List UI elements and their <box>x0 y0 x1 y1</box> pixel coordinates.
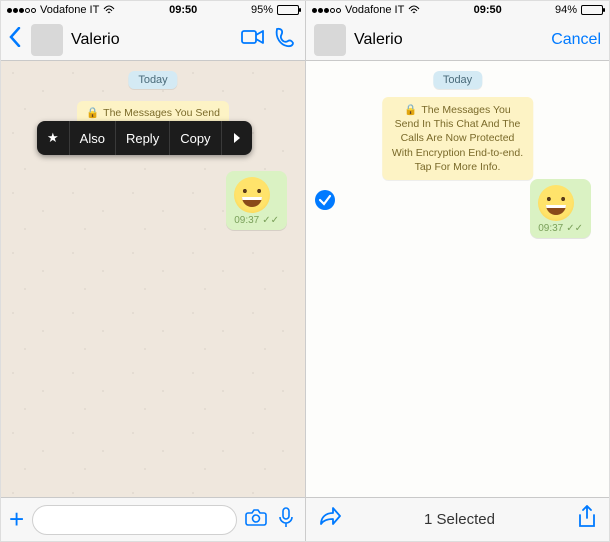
camera-button[interactable] <box>245 506 267 533</box>
back-button[interactable] <box>9 27 23 52</box>
lock-icon: 🔒 <box>404 104 417 116</box>
mic-button[interactable] <box>275 506 297 533</box>
lock-icon: 🔒 <box>86 107 99 119</box>
contact-name[interactable]: Valerio <box>354 31 543 49</box>
battery-icon <box>277 5 299 15</box>
grinning-face-emoji <box>538 185 574 221</box>
battery-icon <box>581 5 603 15</box>
battery-percent: 95% <box>251 4 273 16</box>
carrier-label: Vodafone IT <box>345 4 404 16</box>
chat-input-bar: + <box>1 497 305 541</box>
signal-dots-icon <box>7 8 36 13</box>
selection-count: 1 Selected <box>342 511 577 528</box>
avatar[interactable] <box>31 24 63 56</box>
context-star-button[interactable]: ★ <box>37 121 70 155</box>
chat-screen-selection: Vodafone IT 09:50 94% Valerio Cancel Tod… <box>305 1 609 541</box>
video-call-button[interactable] <box>241 26 265 53</box>
chat-body: Today 🔒The Messages You Send In This Cha… <box>306 61 609 497</box>
selection-toolbar: 1 Selected <box>306 497 609 541</box>
read-ticks-icon: ✓✓ <box>566 223 583 234</box>
read-ticks-icon: ✓✓ <box>262 215 279 226</box>
signal-dots-icon <box>312 8 341 13</box>
context-more-button[interactable] <box>222 121 252 155</box>
avatar[interactable] <box>314 24 346 56</box>
chat-body: Today 🔒The Messages You Send In This Cha… <box>1 61 305 497</box>
cancel-button[interactable]: Cancel <box>551 31 601 49</box>
wifi-icon <box>408 5 420 15</box>
status-bar: Vodafone IT 09:50 95% <box>1 1 305 19</box>
context-also-button[interactable]: Also <box>70 121 116 155</box>
forward-button[interactable] <box>318 507 342 532</box>
context-menu: ★ Also Reply Copy <box>37 121 252 155</box>
wifi-icon <box>103 5 115 15</box>
date-pill: Today <box>128 71 177 89</box>
clock-label: 09:50 <box>420 4 555 16</box>
battery-percent: 94% <box>555 4 577 16</box>
message-input[interactable] <box>32 505 237 535</box>
encryption-banner[interactable]: 🔒The Messages You Send In This Chat And … <box>382 97 534 180</box>
message-time: 09:37 <box>538 223 563 234</box>
status-bar: Vodafone IT 09:50 94% <box>306 1 609 19</box>
context-reply-button[interactable]: Reply <box>116 121 170 155</box>
voice-call-button[interactable] <box>273 26 297 53</box>
contact-name[interactable]: Valerio <box>71 31 233 49</box>
selection-check[interactable] <box>314 189 336 211</box>
chat-header: Valerio <box>1 19 305 61</box>
date-pill: Today <box>433 71 482 89</box>
message-time: 09:37 <box>234 215 259 226</box>
share-button[interactable] <box>577 505 597 534</box>
clock-label: 09:50 <box>115 4 251 16</box>
message-bubble[interactable]: 09:37 ✓✓ <box>226 171 287 230</box>
chat-header: Valerio Cancel <box>306 19 609 61</box>
message-bubble[interactable]: 09:37 ✓✓ <box>530 179 591 238</box>
context-copy-button[interactable]: Copy <box>170 121 221 155</box>
carrier-label: Vodafone IT <box>40 4 99 16</box>
grinning-face-emoji <box>234 177 270 213</box>
chat-screen-normal: Vodafone IT 09:50 95% Valerio Today 🔒The… <box>1 1 305 541</box>
attach-button[interactable]: + <box>9 504 24 535</box>
